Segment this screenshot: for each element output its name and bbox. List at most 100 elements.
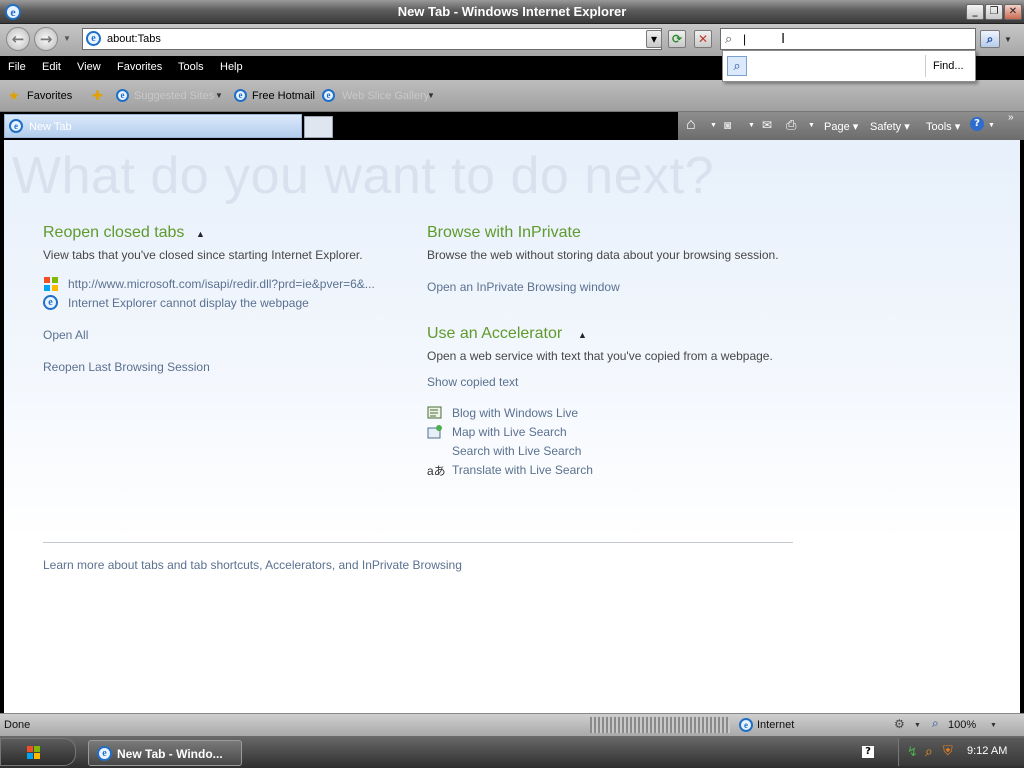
tab-label: New Tab bbox=[29, 121, 72, 133]
address-dropdown-button[interactable]: ▾ bbox=[646, 30, 662, 48]
zoom-dropdown-icon[interactable]: ▼ bbox=[990, 722, 997, 729]
menu-view[interactable]: View bbox=[77, 61, 101, 73]
translate-icon: aあ bbox=[427, 464, 446, 478]
closed-tab-link[interactable]: http://www.microsoft.com/isapi/redir.dll… bbox=[68, 277, 375, 291]
new-tab-page: What do you want to do next? Reopen clos… bbox=[4, 140, 1020, 713]
collapse-arrow-icon[interactable]: ▲ bbox=[196, 229, 205, 239]
favorites-item-free-hotmail[interactable]: Free Hotmail bbox=[252, 90, 315, 102]
feeds-dropdown-icon[interactable]: ▼ bbox=[748, 122, 755, 129]
favorites-bar: ★ Favorites ✚ e Suggested Sites ▼ e Free… bbox=[0, 80, 1024, 112]
accelerator-link[interactable]: Map with Live Search bbox=[452, 425, 567, 439]
help-dropdown-icon[interactable]: ▼ bbox=[988, 122, 995, 129]
learn-more-link[interactable]: Learn more about tabs and tab shortcuts,… bbox=[43, 558, 462, 572]
safety-menu-label: Safety bbox=[870, 121, 902, 133]
collapse-arrow-icon[interactable]: ▲ bbox=[578, 330, 587, 340]
show-copied-text-link[interactable]: Show copied text bbox=[427, 375, 518, 389]
chevron-more-icon[interactable]: » bbox=[1008, 112, 1014, 123]
minimize-button[interactable]: _ bbox=[966, 4, 984, 20]
search-icon: ⌕ bbox=[725, 31, 733, 46]
clock[interactable]: 9:12 AM bbox=[967, 745, 1007, 757]
zoom-icon[interactable]: ⌕ bbox=[932, 716, 939, 731]
help-tray-icon[interactable]: ? bbox=[862, 746, 874, 758]
page-menu[interactable]: Page ▾ bbox=[824, 120, 858, 133]
open-all-link[interactable]: Open All bbox=[43, 328, 88, 342]
taskbar-ie-icon: e bbox=[97, 746, 112, 761]
search-suggestions-dropdown: ⌕ Find... bbox=[722, 50, 976, 82]
menu-file[interactable]: File bbox=[8, 61, 26, 73]
title-bar: e New Tab - Windows Internet Explorer _ … bbox=[0, 0, 1024, 24]
web-slice-dropdown-icon[interactable]: ▼ bbox=[427, 91, 435, 100]
open-inprivate-link[interactable]: Open an InPrivate Browsing window bbox=[427, 280, 620, 294]
text-cursor-icon: I bbox=[781, 30, 786, 47]
reopen-closed-tabs-description: View tabs that you've closed since start… bbox=[43, 248, 363, 262]
security-tray-icon[interactable]: ⛨ bbox=[943, 743, 953, 759]
page-icon: e bbox=[86, 31, 101, 46]
home-dropdown-icon[interactable]: ▼ bbox=[710, 122, 717, 129]
search-button[interactable]: ⌕ bbox=[980, 30, 1000, 48]
status-panels bbox=[590, 717, 730, 733]
network-icon[interactable]: ↯ bbox=[907, 744, 918, 760]
inprivate-heading: Browse with InPrivate bbox=[427, 224, 581, 241]
add-to-favorites-icon[interactable]: ✚ bbox=[92, 88, 103, 104]
menu-favorites[interactable]: Favorites bbox=[117, 61, 162, 73]
close-button[interactable]: ✕ bbox=[1004, 4, 1022, 20]
protected-mode-icon[interactable]: ⚙ bbox=[894, 717, 905, 731]
tab-ie-icon: e bbox=[9, 119, 23, 133]
accelerator-link[interactable]: Blog with Windows Live bbox=[452, 406, 578, 420]
accelerator-heading[interactable]: Use an Accelerator bbox=[427, 325, 562, 343]
stop-button[interactable]: ✕ bbox=[694, 30, 712, 48]
search-input[interactable]: ⌕ | I bbox=[720, 28, 976, 50]
taskbar-item-ie[interactable]: e New Tab - Windo... bbox=[88, 740, 242, 766]
find-on-page-button[interactable]: Find... bbox=[933, 60, 964, 72]
web-slice-icon: e bbox=[322, 89, 335, 102]
windows-logo-icon bbox=[27, 746, 41, 763]
maximize-button[interactable]: ❐ bbox=[985, 4, 1003, 20]
suggested-sites-dropdown-icon[interactable]: ▼ bbox=[215, 91, 223, 100]
forward-button[interactable]: → bbox=[34, 27, 58, 51]
window-title: New Tab - Windows Internet Explorer bbox=[397, 4, 627, 19]
status-bar: Done e Internet ⚙ ▼ ⌕ 100% ▼ bbox=[0, 713, 1024, 736]
page-headline: What do you want to do next? bbox=[12, 147, 714, 205]
suggested-sites-link[interactable]: Suggested Sites bbox=[134, 90, 214, 102]
back-button[interactable]: ← bbox=[6, 27, 30, 51]
menu-edit[interactable]: Edit bbox=[42, 61, 61, 73]
address-url: about:Tabs bbox=[107, 33, 161, 45]
menu-help[interactable]: Help bbox=[220, 61, 243, 73]
protected-mode-dropdown-icon[interactable]: ▼ bbox=[914, 722, 921, 729]
feeds-icon[interactable]: ◙ bbox=[724, 118, 731, 132]
accelerator-link[interactable]: Search with Live Search bbox=[452, 444, 581, 458]
status-text: Done bbox=[4, 719, 31, 731]
divider bbox=[43, 542, 793, 543]
search-provider-icon[interactable]: ⌕ bbox=[727, 56, 747, 76]
security-zone-label: Internet bbox=[757, 719, 795, 731]
tools-menu-label: Tools bbox=[926, 121, 952, 133]
help-icon[interactable]: ? bbox=[970, 117, 984, 131]
reopen-last-session-link[interactable]: Reopen Last Browsing Session bbox=[43, 360, 210, 374]
search-options-icon[interactable]: ▼ bbox=[1004, 35, 1012, 44]
closed-tab-link[interactable]: Internet Explorer cannot display the web… bbox=[68, 296, 309, 310]
dropdown-divider bbox=[925, 55, 926, 77]
home-icon[interactable]: ⌂ bbox=[686, 116, 696, 134]
tab-new-tab[interactable]: e New Tab bbox=[4, 114, 302, 138]
zoom-level[interactable]: 100% bbox=[948, 719, 976, 731]
accelerator-description: Open a web service with text that you've… bbox=[427, 349, 773, 363]
web-slice-gallery-link[interactable]: Web Slice Gallery bbox=[342, 90, 429, 102]
new-tab-button[interactable] bbox=[304, 116, 333, 138]
mail-icon[interactable]: ✉ bbox=[762, 118, 772, 132]
print-icon[interactable]: ⎙ bbox=[786, 117, 796, 133]
windows-flag-icon bbox=[43, 276, 59, 292]
system-tray: ↯ ⌕ ⛨ 9:12 AM bbox=[898, 738, 1024, 766]
refresh-button[interactable]: ⟳ bbox=[668, 30, 686, 48]
menu-tools[interactable]: Tools bbox=[178, 61, 204, 73]
tools-menu[interactable]: Tools ▾ bbox=[926, 120, 960, 133]
safety-menu[interactable]: Safety ▾ bbox=[870, 120, 910, 133]
accelerator-link[interactable]: Translate with Live Search bbox=[452, 463, 593, 477]
favorites-button[interactable]: Favorites bbox=[27, 90, 72, 102]
start-button[interactable] bbox=[0, 738, 76, 766]
reopen-closed-tabs-heading[interactable]: Reopen closed tabs bbox=[43, 224, 184, 242]
recent-pages-dropdown-icon[interactable]: ▼ bbox=[63, 34, 71, 43]
print-dropdown-icon[interactable]: ▼ bbox=[808, 122, 815, 129]
hotmail-icon: e bbox=[234, 89, 247, 102]
address-bar[interactable]: e about:Tabs bbox=[82, 28, 662, 50]
search-tray-icon[interactable]: ⌕ bbox=[925, 743, 933, 760]
